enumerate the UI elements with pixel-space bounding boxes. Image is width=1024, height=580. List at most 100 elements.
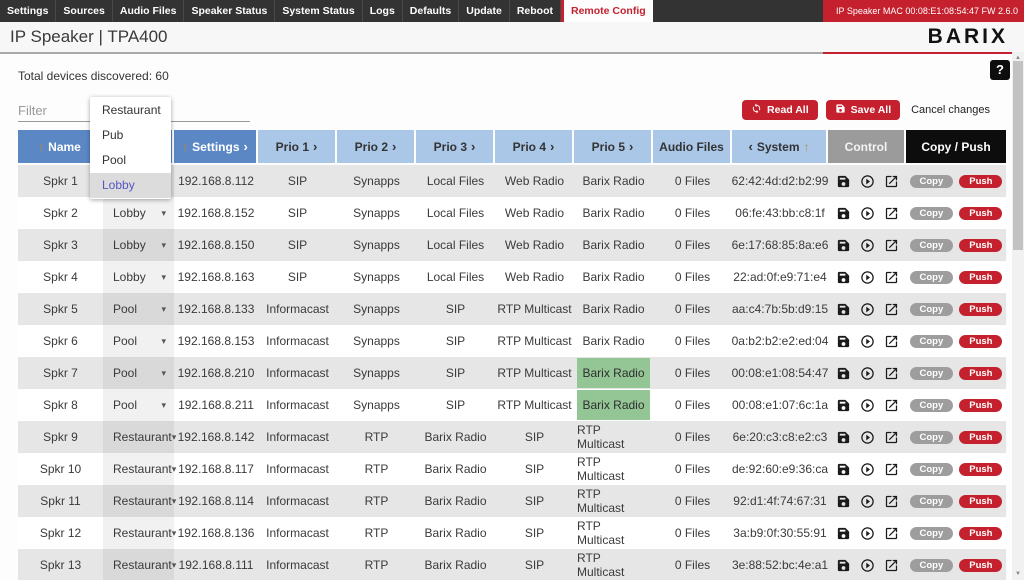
nav-tab[interactable]: Logs	[363, 0, 403, 22]
open-external-icon[interactable]	[884, 238, 899, 253]
group-select[interactable]: Pool ▾	[103, 357, 174, 389]
copy-button[interactable]: Copy	[910, 527, 954, 540]
group-select[interactable]: Restaurant ▾	[103, 421, 174, 453]
play-icon[interactable]	[860, 398, 875, 413]
group-select[interactable]: Lobby ▾	[103, 229, 174, 261]
group-select[interactable]: Restaurant ▾	[103, 485, 174, 517]
push-button[interactable]: Push	[959, 207, 1002, 220]
column-header-prio1[interactable]: Prio 1 ›	[258, 130, 335, 163]
open-external-icon[interactable]	[884, 366, 899, 381]
group-select[interactable]: Lobby ▾	[103, 197, 174, 229]
group-select[interactable]: Restaurant ▾	[103, 549, 174, 580]
nav-tab[interactable]: Defaults	[403, 0, 459, 22]
play-icon[interactable]	[860, 334, 875, 349]
play-icon[interactable]	[860, 206, 875, 221]
column-header-prio3[interactable]: Prio 3 ›	[416, 130, 493, 163]
open-external-icon[interactable]	[884, 206, 899, 221]
column-header-audio-files[interactable]: Audio Files	[653, 130, 730, 163]
open-external-icon[interactable]	[884, 302, 899, 317]
save-icon[interactable]	[836, 238, 851, 253]
group-select[interactable]: Pool ▾	[103, 293, 174, 325]
save-icon[interactable]	[836, 302, 851, 317]
column-header-prio5[interactable]: Prio 5 ›	[574, 130, 651, 163]
save-icon[interactable]	[836, 430, 851, 445]
group-select[interactable]: Restaurant ▾	[103, 517, 174, 549]
copy-button[interactable]: Copy	[910, 495, 954, 508]
dropdown-option[interactable]: Pub	[90, 123, 171, 148]
play-icon[interactable]	[860, 462, 875, 477]
open-external-icon[interactable]	[884, 494, 899, 509]
copy-button[interactable]: Copy	[910, 271, 954, 284]
nav-tab[interactable]: System Status	[275, 0, 362, 22]
open-external-icon[interactable]	[884, 334, 899, 349]
play-icon[interactable]	[860, 366, 875, 381]
push-button[interactable]: Push	[959, 559, 1002, 572]
group-select[interactable]: Lobby ▾	[103, 261, 174, 293]
save-icon[interactable]	[836, 526, 851, 541]
play-icon[interactable]	[860, 302, 875, 317]
copy-button[interactable]: Copy	[910, 559, 954, 572]
column-header-settings[interactable]: ↑ Settings ›	[174, 130, 256, 163]
nav-tab[interactable]: Update	[459, 0, 510, 22]
save-icon[interactable]	[836, 174, 851, 189]
vertical-scrollbar[interactable]: ▲ ▼	[1012, 52, 1024, 580]
push-button[interactable]: Push	[959, 527, 1002, 540]
save-all-button[interactable]: Save All	[826, 100, 900, 120]
group-select[interactable]: Restaurant ▾	[103, 453, 174, 485]
save-icon[interactable]	[836, 206, 851, 221]
save-icon[interactable]	[836, 270, 851, 285]
copy-button[interactable]: Copy	[910, 335, 954, 348]
copy-button[interactable]: Copy	[910, 431, 954, 444]
save-icon[interactable]	[836, 398, 851, 413]
push-button[interactable]: Push	[959, 335, 1002, 348]
open-external-icon[interactable]	[884, 398, 899, 413]
push-button[interactable]: Push	[959, 303, 1002, 316]
play-icon[interactable]	[860, 270, 875, 285]
push-button[interactable]: Push	[959, 367, 1002, 380]
open-external-icon[interactable]	[884, 558, 899, 573]
push-button[interactable]: Push	[959, 239, 1002, 252]
group-select[interactable]: Pool ▾	[103, 389, 174, 421]
copy-button[interactable]: Copy	[910, 463, 954, 476]
play-icon[interactable]	[860, 238, 875, 253]
play-icon[interactable]	[860, 174, 875, 189]
copy-button[interactable]: Copy	[910, 175, 954, 188]
scroll-down-icon[interactable]: ▼	[1012, 568, 1024, 580]
copy-button[interactable]: Copy	[910, 399, 954, 412]
nav-tab[interactable]: Reboot	[510, 0, 561, 22]
play-icon[interactable]	[860, 526, 875, 541]
open-external-icon[interactable]	[884, 430, 899, 445]
save-icon[interactable]	[836, 462, 851, 477]
play-icon[interactable]	[860, 430, 875, 445]
group-select[interactable]: Pool ▾	[103, 325, 174, 357]
nav-tab[interactable]: Speaker Status	[184, 0, 275, 22]
nav-tab[interactable]: Sources	[56, 0, 112, 22]
push-button[interactable]: Push	[959, 495, 1002, 508]
push-button[interactable]: Push	[959, 463, 1002, 476]
copy-button[interactable]: Copy	[910, 303, 954, 316]
push-button[interactable]: Push	[959, 271, 1002, 284]
push-button[interactable]: Push	[959, 399, 1002, 412]
column-header-prio2[interactable]: Prio 2 ›	[337, 130, 414, 163]
open-external-icon[interactable]	[884, 174, 899, 189]
help-button[interactable]: ?	[990, 60, 1010, 80]
play-icon[interactable]	[860, 558, 875, 573]
save-icon[interactable]	[836, 366, 851, 381]
save-icon[interactable]	[836, 494, 851, 509]
column-header-name[interactable]: ↑ Name	[18, 130, 101, 163]
column-header-prio4[interactable]: Prio 4 ›	[495, 130, 572, 163]
cancel-changes-link[interactable]: Cancel changes	[911, 104, 990, 116]
nav-tab[interactable]: Audio Files	[113, 0, 185, 22]
save-icon[interactable]	[836, 334, 851, 349]
column-header-system[interactable]: ‹ System ↑	[732, 130, 826, 163]
play-icon[interactable]	[860, 494, 875, 509]
push-button[interactable]: Push	[959, 175, 1002, 188]
copy-button[interactable]: Copy	[910, 239, 954, 252]
open-external-icon[interactable]	[884, 270, 899, 285]
dropdown-option[interactable]: Lobby	[90, 173, 171, 198]
save-icon[interactable]	[836, 558, 851, 573]
read-all-button[interactable]: Read All	[742, 100, 818, 120]
nav-tab[interactable]: Remote Config	[561, 0, 653, 22]
copy-button[interactable]: Copy	[910, 367, 954, 380]
dropdown-option[interactable]: Restaurant	[90, 98, 171, 123]
